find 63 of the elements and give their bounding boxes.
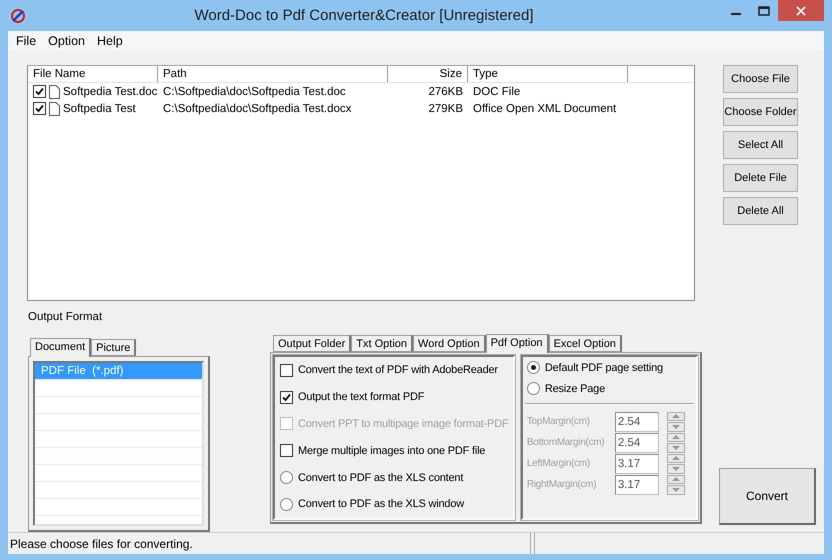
tab[interactable]: Output Folder (273, 335, 352, 352)
column-header[interactable]: File Name (28, 66, 158, 82)
table-cell: Softpedia Test.doc (63, 86, 158, 98)
column-header[interactable]: Size (388, 66, 468, 82)
margin-label: RightMargin(cm) (526, 479, 598, 490)
section-label: Output Format (28, 311, 104, 325)
margin-label: TopMargin(cm) (526, 416, 591, 427)
action-button[interactable]: Select All (723, 131, 798, 159)
option-label: Merge multiple images into one PDF file (298, 444, 486, 457)
menu-item[interactable]: File (10, 34, 42, 48)
spinner[interactable] (666, 474, 685, 494)
menu-item[interactable]: Option (42, 34, 91, 48)
spinner[interactable] (666, 454, 685, 474)
action-button[interactable]: Delete File (723, 164, 798, 192)
radio-button[interactable] (526, 361, 540, 374)
checkbox[interactable] (33, 85, 46, 98)
tab[interactable]: Excel Option (548, 335, 622, 352)
convert-button[interactable]: Convert (719, 468, 816, 525)
table-cell: Softpedia Test (63, 102, 136, 114)
margin-label: LeftMargin(cm) (526, 458, 591, 469)
tab[interactable]: Picture (91, 339, 136, 356)
table-cell: 279KB (428, 102, 463, 114)
option-label: Output the text format PDF (298, 391, 424, 404)
option-label: Convert to PDF as the XLS window (298, 498, 464, 510)
checkbox[interactable] (33, 102, 46, 115)
tab[interactable]: Pdf Option (486, 334, 549, 353)
document-icon (49, 84, 60, 98)
radio-button[interactable] (526, 382, 540, 395)
checkbox[interactable] (280, 444, 293, 458)
option-label: Convert the text of PDF with AdobeReader (298, 364, 498, 376)
window-title: Word-Doc to Pdf Converter&Creator [Unregistered] (193, 7, 535, 24)
radio-button[interactable] (280, 471, 293, 484)
spinner[interactable] (666, 412, 685, 432)
minimize-icon (731, 12, 741, 14)
option-label: Convert to PDF as the XLS content (298, 472, 464, 484)
radio-button[interactable] (280, 498, 293, 511)
margin-label: BottomMargin(cm) (526, 437, 606, 448)
checkbox[interactable] (280, 364, 293, 377)
maximize-icon (758, 6, 770, 16)
close-button[interactable] (778, 0, 824, 21)
action-button[interactable]: Choose Folder (723, 98, 798, 126)
option-label: Resize Page (544, 382, 606, 394)
table-cell: Office Open XML Document (473, 102, 616, 114)
tab[interactable]: Word Option (413, 335, 486, 352)
menu-item[interactable]: Help (91, 34, 129, 48)
option-label: Convert PPT to multipage image format-PDF (298, 418, 508, 430)
table-cell: 276KB (428, 86, 463, 98)
action-button[interactable]: Choose File (723, 65, 798, 93)
table-cell: DOC File (473, 86, 520, 98)
table-cell: C:\Softpedia\doc\Softpedia Test.doc (163, 86, 346, 98)
status-message: Please choose files for converting. (10, 537, 193, 551)
close-icon (796, 6, 806, 16)
app-logo-icon (10, 8, 26, 24)
column-header[interactable]: Path (158, 66, 388, 82)
checkbox[interactable] (280, 390, 293, 404)
option-label: Default PDF page setting (544, 362, 663, 374)
spinner[interactable] (666, 432, 685, 452)
action-button[interactable]: Delete All (723, 197, 798, 225)
tab[interactable]: Document (30, 338, 92, 357)
table-cell: C:\Softpedia\doc\Softpedia Test.docx (163, 102, 352, 114)
tab[interactable]: Txt Option (351, 335, 414, 352)
document-icon (49, 102, 60, 116)
column-header[interactable]: Type (468, 66, 628, 82)
